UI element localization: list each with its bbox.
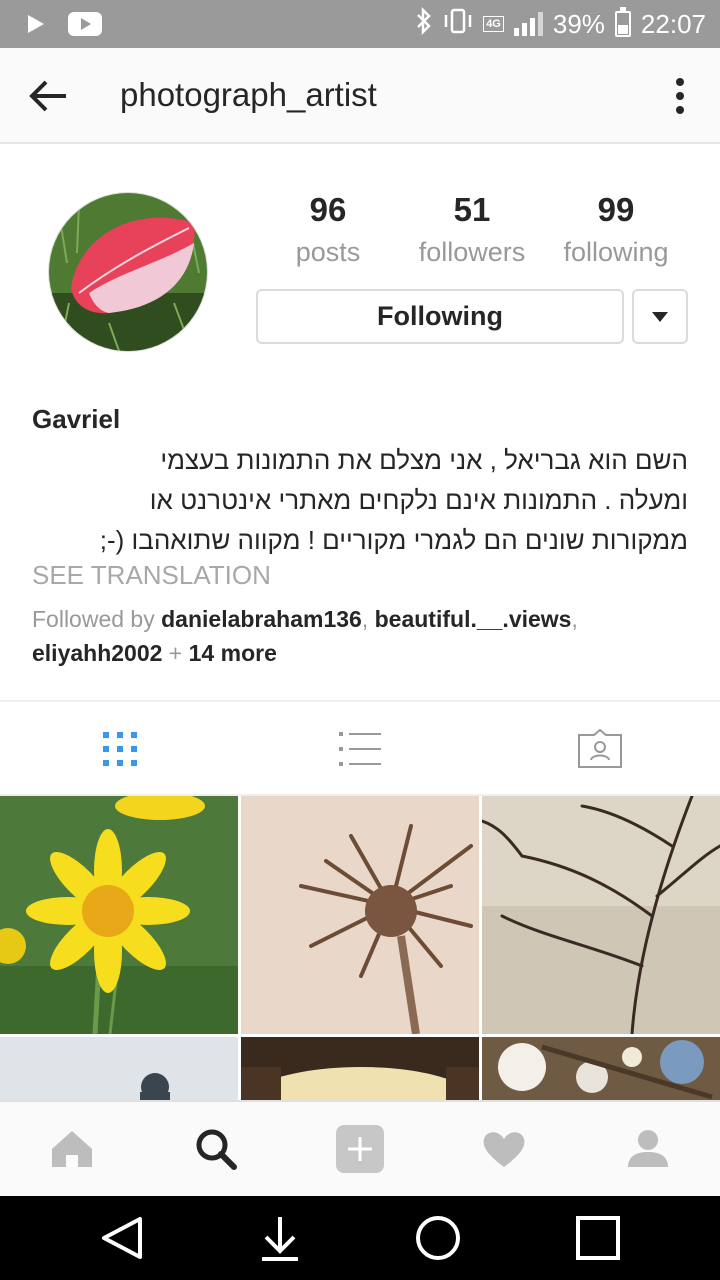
grid-photo-flower[interactable]: [0, 796, 238, 1034]
grid-photo-arch[interactable]: [241, 1037, 479, 1100]
app-bar: photograph_artist: [0, 48, 720, 144]
bottom-nav: [0, 1100, 720, 1196]
bio-line: ומעלה . התמונות אינם נלקחים מאתרי אינטרנ…: [149, 485, 688, 515]
suggestions-dropdown-button[interactable]: [632, 289, 688, 344]
followed-by: Followed by danielabraham136, beautiful.…: [32, 606, 578, 666]
more-options-button[interactable]: [670, 78, 690, 118]
avatar[interactable]: [48, 192, 208, 352]
list-view-icon: [339, 732, 381, 766]
followers-count: 51: [453, 191, 491, 228]
page-title: photograph_artist: [120, 76, 377, 113]
battery-percent: 39%: [552, 8, 605, 39]
heart-icon: [483, 1132, 525, 1167]
follower-link[interactable]: eliyahh2002: [32, 640, 162, 666]
clock: 22:07: [640, 8, 706, 39]
grid-view-icon: [103, 732, 137, 766]
battery-icon: [614, 7, 631, 37]
tab-tagged[interactable]: [480, 702, 720, 796]
tagged-photos-icon: [578, 729, 622, 768]
followers-label: followers: [418, 237, 526, 267]
followed-by-prefix: Followed by: [32, 606, 155, 632]
nav-activity[interactable]: [432, 1102, 576, 1196]
network-type: 4G: [483, 16, 504, 32]
stat-following[interactable]: 99 following: [544, 188, 688, 272]
back-arrow-icon: [29, 80, 66, 112]
profile-stats: 96 posts 51 followers 99 following: [256, 188, 688, 278]
bio: השם הוא גבריאל , אני מצלם את התמונות בעצ…: [32, 440, 688, 560]
stat-followers[interactable]: 51 followers: [400, 188, 544, 272]
profile-icon: [628, 1130, 668, 1167]
circle-home-icon: [416, 1216, 460, 1260]
grid-photo-statue[interactable]: [0, 1037, 238, 1100]
grid-photo-blossoms[interactable]: [482, 1037, 720, 1100]
tab-list[interactable]: [240, 702, 480, 796]
posts-count: 96: [309, 191, 347, 228]
bluetooth-icon: [415, 6, 433, 42]
youtube-icon: [68, 12, 102, 41]
status-bar: 4G 39% 22:07: [0, 0, 720, 48]
download-arrow-icon: [262, 1217, 298, 1261]
add-icon: [336, 1125, 384, 1173]
profile-tabs: [0, 700, 720, 796]
search-icon: [196, 1129, 237, 1170]
system-recents-button[interactable]: [538, 1196, 658, 1280]
photo-grid: [0, 796, 720, 1100]
system-notifications-button[interactable]: [220, 1196, 340, 1280]
see-translation-link[interactable]: SEE TRANSLATION: [32, 560, 271, 591]
nav-add[interactable]: [288, 1102, 432, 1196]
following-button[interactable]: Following: [256, 289, 624, 344]
tab-grid[interactable]: [0, 702, 240, 796]
triangle-back-icon: [102, 1217, 142, 1259]
following-label: following: [563, 237, 669, 267]
leaf-photo: [49, 193, 207, 351]
nav-profile[interactable]: [576, 1102, 720, 1196]
bio-line: ממקורות שונים הם לגמרי מקוריים ! מקווה ש…: [99, 525, 688, 555]
square-recents-icon: [576, 1216, 620, 1260]
home-icon: [52, 1131, 92, 1167]
bio-line: השם הוא גבריאל , אני מצלם את התמונות בעצ…: [160, 445, 688, 475]
vibrate-icon: [443, 8, 473, 41]
system-back-button[interactable]: [62, 1196, 182, 1280]
system-nav-bar: [0, 1196, 720, 1280]
back-button[interactable]: [22, 74, 72, 118]
chevron-down-icon: [652, 311, 668, 322]
more-followers-link[interactable]: 14 more: [189, 640, 277, 666]
nav-search[interactable]: [144, 1102, 288, 1196]
signal-icon: [513, 12, 543, 36]
system-home-button[interactable]: [378, 1196, 498, 1280]
posts-label: posts: [295, 237, 361, 267]
follower-link[interactable]: beautiful.__.views: [375, 606, 572, 632]
follower-link[interactable]: danielabraham136: [161, 606, 362, 632]
nav-home[interactable]: [0, 1102, 144, 1196]
grid-photo-thistle[interactable]: [241, 796, 479, 1034]
following-count: 99: [597, 191, 635, 228]
grid-photo-branches[interactable]: [482, 796, 720, 1034]
full-name: Gavriel: [32, 404, 121, 434]
stat-posts[interactable]: 96 posts: [256, 188, 400, 272]
play-icon: [26, 13, 46, 40]
